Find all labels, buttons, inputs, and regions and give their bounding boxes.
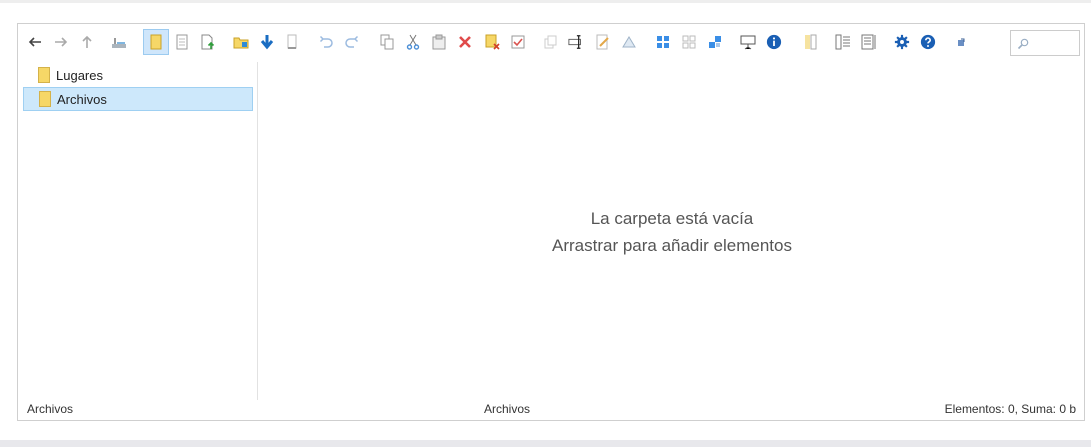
empty-message: La carpeta está vacía Arrastrar para aña… xyxy=(259,205,1085,259)
view-small-icon[interactable] xyxy=(681,34,697,50)
status-left: Archivos xyxy=(27,402,74,416)
top-stripe xyxy=(0,0,1091,3)
tree-item-lugares[interactable]: Lugares xyxy=(23,63,253,87)
undo-icon[interactable] xyxy=(318,34,334,50)
edit-icon[interactable] xyxy=(595,34,611,50)
upload-icon[interactable] xyxy=(200,34,216,50)
delete-icon[interactable] xyxy=(457,34,473,50)
status-summary: Elementos: 0, Suma: 0 b xyxy=(944,402,1076,416)
delete-folder-icon[interactable] xyxy=(485,34,501,50)
search-box[interactable] xyxy=(1010,30,1081,56)
tree-item-label: Lugares xyxy=(56,67,103,83)
fullscreen-icon[interactable] xyxy=(953,34,969,50)
select-icon[interactable] xyxy=(510,34,526,50)
forward-icon[interactable] xyxy=(53,34,69,50)
status-center: Archivos xyxy=(484,402,531,416)
empty-hint: Arrastrar para añadir elementos xyxy=(551,236,792,255)
settings-icon[interactable] xyxy=(894,34,910,50)
back-icon[interactable] xyxy=(27,34,43,50)
resize-icon[interactable] xyxy=(621,34,637,50)
toolbar xyxy=(18,24,1084,62)
view-icons-icon[interactable] xyxy=(655,34,671,50)
file-list-area[interactable]: La carpeta está vacía Arrastrar para aña… xyxy=(259,62,1085,400)
search-input[interactable] xyxy=(1033,34,1081,54)
view-list-icon[interactable] xyxy=(707,34,723,50)
statusbar: Archivos Archivos Elementos: 0, Suma: 0 … xyxy=(18,400,1084,420)
redo-icon[interactable] xyxy=(344,34,360,50)
help-icon[interactable] xyxy=(920,34,936,50)
paste-icon[interactable] xyxy=(431,34,447,50)
up-icon[interactable] xyxy=(79,34,95,50)
preview-icon[interactable] xyxy=(861,34,877,50)
columns-icon[interactable] xyxy=(803,34,819,50)
folder-icon xyxy=(39,91,51,107)
tree-item-archivos[interactable]: Archivos xyxy=(23,87,253,111)
folder-icon xyxy=(38,67,50,83)
folder-tree: Lugares Archivos xyxy=(18,62,258,400)
copy-icon[interactable] xyxy=(379,34,395,50)
details-icon[interactable] xyxy=(835,34,851,50)
info-icon[interactable] xyxy=(766,34,782,50)
file-copy-icon[interactable] xyxy=(284,34,300,50)
duplicate-icon[interactable] xyxy=(543,34,559,50)
new-folder-icon[interactable] xyxy=(233,34,249,50)
download-icon[interactable] xyxy=(259,34,275,50)
folder-view-icon[interactable] xyxy=(143,29,169,55)
file-manager: Lugares Archivos La carpeta está vacía A… xyxy=(17,23,1085,421)
cut-icon[interactable] xyxy=(405,34,421,50)
empty-title: La carpeta está vacía xyxy=(590,209,754,228)
home-icon[interactable] xyxy=(111,34,127,50)
file-icon[interactable] xyxy=(174,34,190,50)
tree-item-label: Archivos xyxy=(57,91,107,107)
rename-icon[interactable] xyxy=(568,34,584,50)
bottom-stripe xyxy=(0,440,1091,447)
slideshow-icon[interactable] xyxy=(740,34,756,50)
search-icon xyxy=(1017,37,1029,55)
